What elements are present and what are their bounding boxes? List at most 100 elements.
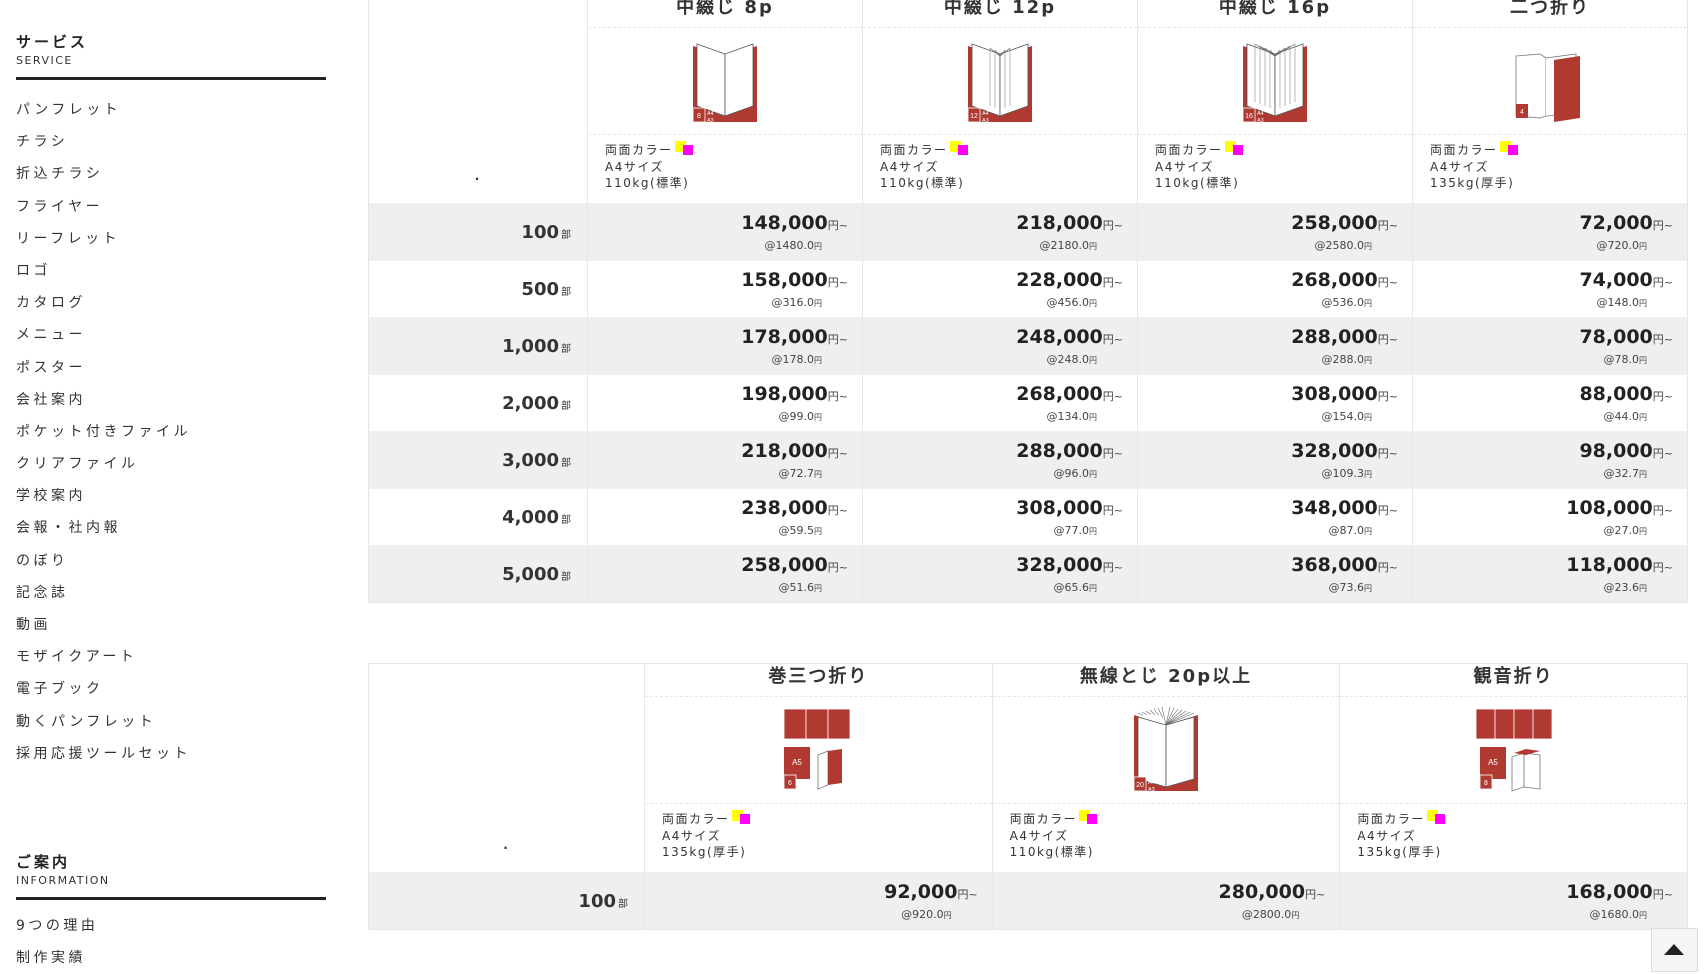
quantity-value: 3,000 <box>502 449 559 471</box>
sidebar-nav-link[interactable]: カタログ <box>16 287 191 319</box>
price-table-2: . 巻三つ折り 無線とじ 20p以上 観音折り A5 6 20 A4 A3 A5 8 両面カラー A4サ… <box>368 663 1688 930</box>
yen-suffix: 円~ <box>1377 447 1398 460</box>
service-subtitle: SERVICE <box>16 54 73 67</box>
sidebar-nav-link[interactable]: クリアファイル <box>16 448 191 480</box>
price-cell[interactable]: 78,000円~ @78.0円 <box>1412 317 1688 375</box>
price-cell[interactable]: 288,000円~ @288.0円 <box>1137 317 1413 375</box>
price-value: 158,000 <box>741 269 828 291</box>
magenta-square <box>682 145 693 155</box>
svg-text:8: 8 <box>1484 780 1488 787</box>
price-per-unit: @109.3円 <box>1322 467 1373 480</box>
price-per-unit: @51.6円 <box>779 581 823 594</box>
sidebar-nav-link[interactable]: フライヤー <box>16 191 191 223</box>
sidebar-nav-link[interactable]: リーフレット <box>16 223 191 255</box>
quantity-value: 100 <box>578 890 616 912</box>
product-illustration-icon: 16 A4A3 <box>1242 43 1307 124</box>
yen-suffix: 円~ <box>1652 276 1673 289</box>
price-cell[interactable]: 368,000円~ @73.6円 <box>1137 545 1413 603</box>
price-cell[interactable]: 280,000円~ @2800.0円 <box>992 872 1341 930</box>
sidebar-nav-link[interactable]: 動画 <box>16 609 191 641</box>
price-total: 178,000円~ <box>741 326 848 348</box>
sidebar-nav-link[interactable]: 電子ブック <box>16 673 191 705</box>
price-row: 3,000 部 218,000円~ @72.7円 288,000円~ @96.0円 328,… <box>368 431 1688 489</box>
product-spec-cell: 両面カラー A4サイズ 135kg(厚手) <box>1413 135 1688 204</box>
sidebar-nav-link[interactable]: 動くパンフレット <box>16 706 191 738</box>
price-cell[interactable]: 248,000円~ @248.0円 <box>862 317 1138 375</box>
price-cell[interactable]: 268,000円~ @134.0円 <box>862 374 1138 432</box>
price-total: 74,000円~ <box>1579 269 1673 291</box>
price-value: 218,000 <box>741 440 828 462</box>
sidebar-nav-link[interactable]: モザイクアート <box>16 641 191 673</box>
unit-yen-suffix: 円 <box>1639 356 1647 365</box>
price-value: 118,000 <box>1566 554 1653 576</box>
sidebar-nav-link[interactable]: パンフレット <box>16 94 191 126</box>
spec-size: A4サイズ <box>662 828 721 843</box>
sidebar-nav-link[interactable]: 記念誌 <box>16 577 191 609</box>
price-cell[interactable]: 218,000円~ @72.7円 <box>587 431 863 489</box>
yen-suffix: 円~ <box>1102 447 1123 460</box>
sidebar-nav-link[interactable]: 採用応援ツールセット <box>16 738 191 770</box>
price-per-unit: @920.0円 <box>901 908 952 921</box>
price-cell[interactable]: 228,000円~ @456.0円 <box>862 260 1138 318</box>
sidebar-nav-link[interactable]: ポケット付きファイル <box>16 416 191 448</box>
sidebar-nav-link[interactable]: メニュー <box>16 319 191 351</box>
spec-paper: 135kg(厚手) <box>662 845 747 859</box>
price-cell[interactable]: 148,000円~ @1480.0円 <box>587 203 863 261</box>
sidebar-nav-link[interactable]: のぼり <box>16 545 191 577</box>
sidebar-nav-link[interactable]: 9つの理由 <box>16 910 98 942</box>
price-cell[interactable]: 258,000円~ @51.6円 <box>587 545 863 603</box>
spec-color: 両面カラー <box>1010 810 1340 828</box>
product-spec-cell: 両面カラー A4サイズ 135kg(厚手) <box>1340 804 1688 873</box>
price-cell[interactable]: 72,000円~ @720.0円 <box>1412 203 1688 261</box>
price-cell[interactable]: 328,000円~ @109.3円 <box>1137 431 1413 489</box>
unit-price-value: @72.7 <box>778 467 815 480</box>
quantity-cell: 500 部 <box>368 260 588 318</box>
price-cell[interactable]: 118,000円~ @23.6円 <box>1412 545 1688 603</box>
price-value: 258,000 <box>741 554 828 576</box>
svg-text:A3: A3 <box>1148 787 1155 793</box>
sidebar-nav-link[interactable]: チラシ <box>16 126 191 158</box>
price-cell[interactable]: 178,000円~ @178.0円 <box>587 317 863 375</box>
price-cell[interactable]: 98,000円~ @32.7円 <box>1412 431 1688 489</box>
price-cell[interactable]: 108,000円~ @27.0円 <box>1412 488 1688 546</box>
price-total: 268,000円~ <box>1016 383 1123 405</box>
price-cell[interactable]: 268,000円~ @536.0円 <box>1137 260 1413 318</box>
price-cell[interactable]: 348,000円~ @87.0円 <box>1137 488 1413 546</box>
price-cell[interactable]: 258,000円~ @2580.0円 <box>1137 203 1413 261</box>
product-illustration-icon: 4 <box>1515 53 1580 122</box>
unit-price-value: @148.0 <box>1596 296 1640 309</box>
sidebar-nav-link[interactable]: 会社案内 <box>16 384 191 416</box>
price-total: 368,000円~ <box>1291 554 1398 576</box>
sidebar-nav-link[interactable]: ポスター <box>16 352 191 384</box>
price-cell[interactable]: 288,000円~ @96.0円 <box>862 431 1138 489</box>
scroll-to-top-button[interactable] <box>1651 928 1698 972</box>
sidebar-nav-link[interactable]: 会報・社内報 <box>16 512 191 544</box>
price-cell[interactable]: 158,000円~ @316.0円 <box>587 260 863 318</box>
unit-yen-suffix: 円 <box>943 911 952 920</box>
quantity-unit: 部 <box>561 457 571 469</box>
sidebar-nav-link[interactable]: 制作実績 <box>16 942 98 974</box>
price-cell[interactable]: 308,000円~ @154.0円 <box>1137 374 1413 432</box>
unit-yen-suffix: 円 <box>1089 242 1097 251</box>
price-cell[interactable]: 238,000円~ @59.5円 <box>587 488 863 546</box>
magenta-square <box>1507 145 1518 155</box>
sidebar-nav-link[interactable]: ロゴ <box>16 255 191 287</box>
sidebar-nav-link[interactable]: 折込チラシ <box>16 158 191 190</box>
price-cell[interactable]: 92,000円~ @920.0円 <box>644 872 993 930</box>
quantity-cell: 100 部 <box>368 872 645 930</box>
yen-suffix: 円~ <box>1652 333 1673 346</box>
price-cell[interactable]: 74,000円~ @148.0円 <box>1412 260 1688 318</box>
price-cell[interactable]: 218,000円~ @2180.0円 <box>862 203 1138 261</box>
price-cell[interactable]: 328,000円~ @65.6円 <box>862 545 1138 603</box>
price-cell[interactable]: 198,000円~ @99.0円 <box>587 374 863 432</box>
price-cell[interactable]: 88,000円~ @44.0円 <box>1412 374 1688 432</box>
price-total: 98,000円~ <box>1579 440 1673 462</box>
quantity-cell: 4,000 部 <box>368 488 588 546</box>
price-total: 168,000円~ <box>1566 881 1673 903</box>
price-total: 248,000円~ <box>1016 326 1123 348</box>
price-row: 100 部 92,000円~ @920.0円 280,000円~ @2800.0円 168,… <box>368 872 1688 930</box>
price-cell[interactable]: 168,000円~ @1680.0円 <box>1339 872 1688 930</box>
price-cell[interactable]: 308,000円~ @77.0円 <box>862 488 1138 546</box>
spec-color: 両面カラー <box>1430 141 1687 159</box>
sidebar-nav-link[interactable]: 学校案内 <box>16 480 191 512</box>
